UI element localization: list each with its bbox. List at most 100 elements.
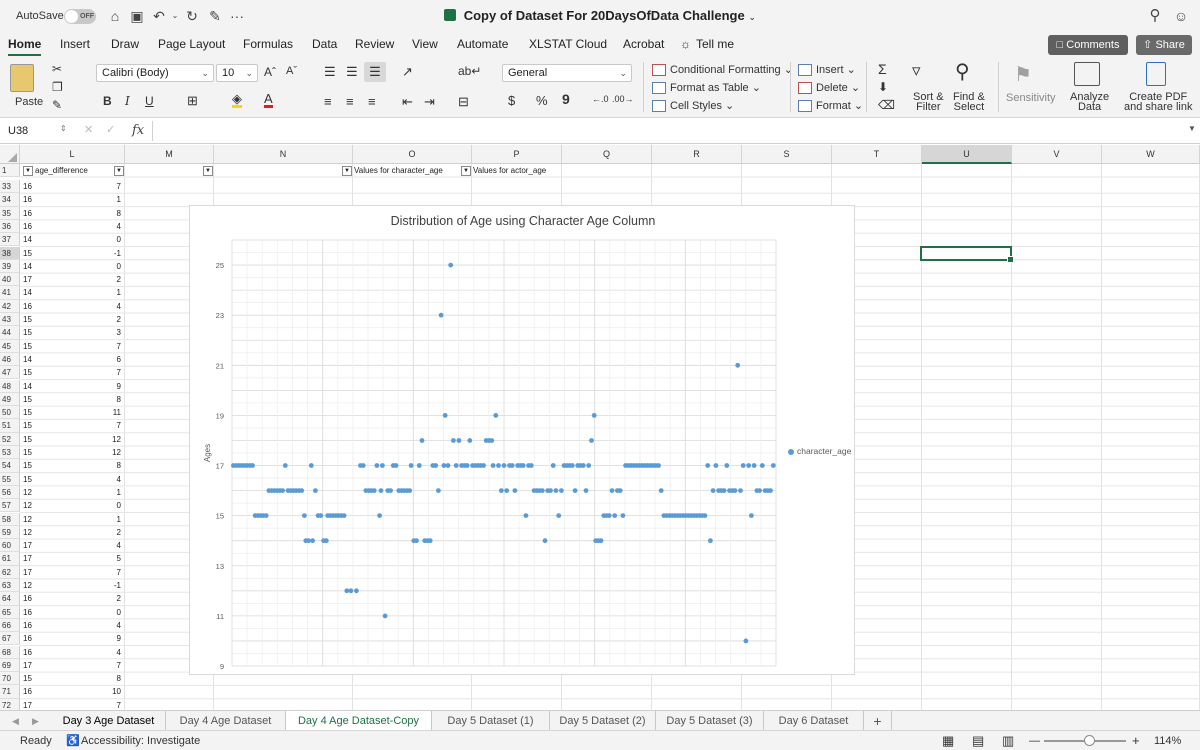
- align-right-icon[interactable]: ≡: [368, 94, 376, 109]
- table-cell[interactable]: 7: [70, 659, 125, 672]
- data-point[interactable]: [453, 463, 459, 468]
- data-point[interactable]: [371, 488, 377, 493]
- row-header[interactable]: 72: [0, 698, 20, 710]
- tab-review[interactable]: Review: [355, 32, 394, 56]
- row-header[interactable]: 67: [0, 632, 20, 646]
- next-sheet-icon[interactable]: ▶: [32, 711, 39, 731]
- table-cell[interactable]: 2: [70, 526, 125, 539]
- table-cell[interactable]: 12: [20, 579, 70, 592]
- table-cell[interactable]: -1: [70, 579, 125, 592]
- tab-xlstat-cloud[interactable]: XLSTAT Cloud: [529, 32, 607, 56]
- data-point[interactable]: [598, 538, 604, 544]
- data-point[interactable]: [436, 488, 441, 493]
- data-point[interactable]: [407, 488, 413, 493]
- analyze-data-icon[interactable]: [1074, 62, 1100, 86]
- row-header[interactable]: 59: [0, 525, 20, 540]
- data-point[interactable]: [702, 513, 708, 518]
- data-point[interactable]: [489, 438, 495, 443]
- orientation-icon[interactable]: ↗: [402, 64, 413, 80]
- column-header-n[interactable]: N: [214, 145, 353, 164]
- row-header[interactable]: 42: [0, 299, 20, 313]
- data-point[interactable]: [556, 513, 562, 518]
- row-header[interactable]: 36: [0, 219, 20, 234]
- tab-formulas[interactable]: Formulas: [243, 32, 293, 56]
- table-cell[interactable]: 15: [20, 473, 70, 486]
- data-point[interactable]: [313, 488, 318, 493]
- delete-cells-button[interactable]: Delete ⌄: [798, 81, 860, 95]
- data-point[interactable]: [263, 513, 269, 518]
- sheet-tab[interactable]: Day 5 Dataset (1): [432, 711, 550, 731]
- table-cell[interactable]: 12: [20, 526, 70, 539]
- data-point[interactable]: [738, 488, 743, 493]
- formula-input[interactable]: [152, 121, 1182, 141]
- more-icon[interactable]: ···: [228, 7, 246, 25]
- row-header[interactable]: 57: [0, 499, 20, 513]
- data-point[interactable]: [770, 463, 776, 468]
- table-cell[interactable]: 4: [70, 646, 125, 659]
- tab-automate[interactable]: Automate: [457, 32, 508, 56]
- data-point[interactable]: [751, 463, 757, 468]
- row-header[interactable]: 65: [0, 605, 20, 619]
- table-cell[interactable]: 6: [70, 353, 125, 366]
- table-cell[interactable]: 16: [20, 592, 70, 605]
- create-pdf-icon[interactable]: [1146, 62, 1166, 86]
- font-size-select[interactable]: 10 ⌄: [216, 64, 258, 82]
- data-point[interactable]: [414, 538, 419, 544]
- row-header[interactable]: 34: [0, 193, 20, 207]
- data-point[interactable]: [612, 513, 618, 518]
- table-cell[interactable]: 2: [70, 592, 125, 605]
- table-cell[interactable]: 12: [70, 446, 125, 459]
- table-cell[interactable]: 15: [20, 247, 70, 260]
- align-middle-icon[interactable]: ☰: [346, 64, 358, 80]
- data-point[interactable]: [589, 438, 594, 443]
- sheet-tab[interactable]: Day 5 Dataset (3): [656, 711, 764, 731]
- lightbulb-icon[interactable]: ☼: [680, 32, 691, 56]
- increase-indent-icon[interactable]: ⇥: [424, 94, 435, 110]
- table-cell[interactable]: 0: [70, 499, 125, 512]
- data-point[interactable]: [721, 488, 727, 493]
- data-point[interactable]: [509, 463, 515, 468]
- currency-button[interactable]: $: [508, 93, 515, 108]
- table-cell[interactable]: 12: [20, 486, 70, 499]
- data-point[interactable]: [512, 488, 518, 493]
- table-cell[interactable]: 16: [20, 180, 70, 193]
- data-point[interactable]: [306, 538, 311, 544]
- table-cell[interactable]: 0: [70, 606, 125, 619]
- data-point[interactable]: [388, 488, 393, 493]
- redo-icon[interactable]: ↻: [183, 7, 201, 25]
- align-top-icon[interactable]: ☰: [324, 64, 336, 80]
- data-point[interactable]: [710, 488, 716, 493]
- merge-center-icon[interactable]: ⊟: [458, 94, 469, 110]
- sheet-tab[interactable]: Day 3 Age Dataset: [52, 711, 166, 731]
- table-cell[interactable]: 8: [70, 672, 125, 685]
- table-cell[interactable]: 11: [70, 406, 125, 419]
- increase-font-icon[interactable]: Aˆ: [264, 65, 276, 79]
- row-header[interactable]: 58: [0, 512, 20, 526]
- row-header[interactable]: 52: [0, 432, 20, 446]
- table-cell[interactable]: 2: [70, 313, 125, 326]
- filter-dropdown-icon[interactable]: ▼: [461, 165, 471, 176]
- data-point[interactable]: [523, 513, 529, 518]
- column-header-q[interactable]: Q: [562, 145, 652, 164]
- table-cell[interactable]: 10: [70, 685, 125, 698]
- font-color-icon[interactable]: A: [264, 92, 273, 108]
- table-cell[interactable]: 15: [20, 672, 70, 685]
- row-header[interactable]: 35: [0, 206, 20, 220]
- data-point[interactable]: [550, 463, 556, 468]
- filter-dropdown-icon[interactable]: ▼: [342, 165, 352, 176]
- font-name-select[interactable]: Calibri (Body) ⌄: [96, 64, 214, 82]
- row-header[interactable]: 48: [0, 379, 20, 393]
- table-cell[interactable]: 16: [20, 193, 70, 206]
- copy-icon[interactable]: ❐: [52, 80, 63, 94]
- format-cells-button[interactable]: Format ⌄: [798, 99, 863, 113]
- data-point[interactable]: [583, 488, 589, 493]
- table-cell[interactable]: 17: [20, 566, 70, 579]
- data-point[interactable]: [318, 513, 324, 518]
- tab-view[interactable]: View: [412, 32, 438, 56]
- comma-button[interactable]: 9: [562, 91, 570, 107]
- sheet-tab[interactable]: Day 6 Dataset: [764, 711, 864, 731]
- cell-styles-button[interactable]: Cell Styles ⌄: [652, 99, 734, 113]
- table-cell[interactable]: 15: [20, 406, 70, 419]
- table-cell[interactable]: 7: [70, 419, 125, 432]
- table-cell[interactable]: 1: [70, 193, 125, 206]
